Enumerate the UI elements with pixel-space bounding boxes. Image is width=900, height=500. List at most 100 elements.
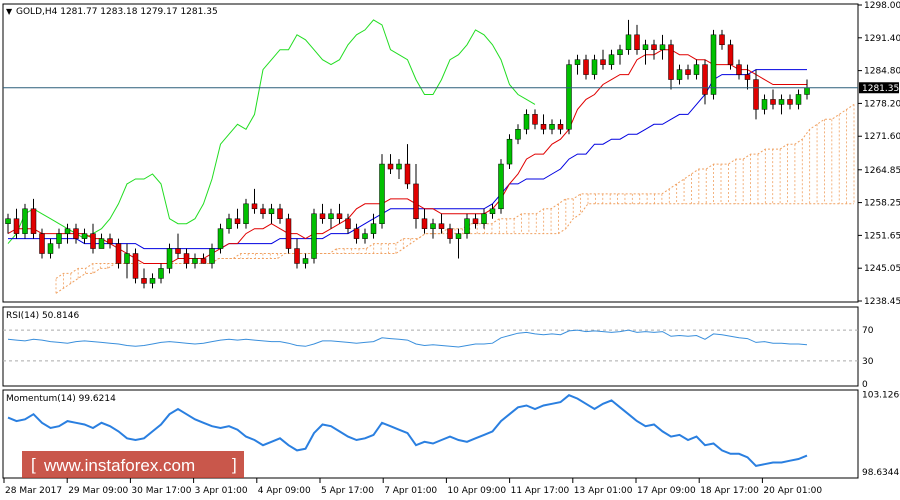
instaforex-watermark: [ www.instaforex.com ]: [22, 451, 244, 478]
candle-body: [608, 54, 615, 65]
price-tick-label: 1258.25: [864, 199, 900, 209]
candle-body: [685, 69, 691, 75]
candle-body: [404, 163, 411, 185]
price-tick-label: 1245.05: [864, 264, 900, 274]
candle-body: [183, 253, 190, 264]
price-tick-label: 1298.00: [864, 1, 900, 11]
candle-body: [141, 278, 147, 284]
candle-body: [268, 208, 275, 215]
candle-body: [727, 44, 734, 65]
candle-body: [506, 138, 513, 165]
candle-body: [710, 34, 717, 95]
time-tick-label: 18 Apr 17:00: [700, 486, 759, 496]
candle-body: [736, 64, 742, 75]
candle-body: [64, 228, 71, 234]
candle-body: [642, 44, 649, 50]
svg-text:[: [: [31, 455, 36, 474]
price-tick-label: 1291.40: [864, 34, 900, 44]
chart-canvas: 1298.00 1291.40 1284.80 1278.20 1271.60 1264.…: [0, 0, 900, 500]
candle-body: [132, 253, 139, 279]
candle-body: [719, 34, 725, 46]
candle-body: [158, 268, 164, 279]
candle-body: [47, 243, 54, 254]
candle-body: [81, 233, 88, 239]
current-price-label: 1281.35: [862, 84, 899, 94]
candle-body: [115, 243, 122, 264]
candle-body: [226, 218, 232, 229]
candle-body: [209, 248, 215, 264]
candle-body: [260, 208, 266, 215]
candle-body: [472, 218, 479, 224]
candle-body: [13, 218, 20, 234]
candle: [566, 59, 572, 135]
candle-body: [430, 223, 436, 229]
candle-body: [107, 238, 113, 244]
candle-body: [489, 208, 496, 215]
candle-body: [319, 213, 326, 219]
time-tick-label: 30 Mar 17:00: [131, 486, 191, 496]
candle-body: [447, 228, 453, 239]
candle-body: [294, 248, 300, 264]
candle-body: [370, 223, 377, 234]
candle-body: [277, 208, 283, 219]
price-tick-label: 1284.80: [864, 67, 900, 77]
candle-body: [22, 208, 28, 234]
candle: [311, 208, 317, 264]
candle-body: [396, 163, 402, 170]
candle-body: [285, 218, 292, 249]
time-tick-label: 5 Apr 17:00: [321, 486, 374, 496]
candle-body: [523, 114, 530, 130]
candle-body: [387, 163, 394, 170]
symbol-dropdown-arrow[interactable]: ▼: [6, 7, 13, 16]
price-tick-label: 1278.20: [864, 99, 900, 109]
candle-body: [693, 64, 700, 75]
candle-body: [702, 64, 708, 95]
candle-body: [787, 99, 793, 105]
candle-body: [192, 258, 198, 264]
candle-body: [200, 258, 207, 264]
candle-body: [778, 99, 785, 105]
candle-body: [336, 213, 343, 219]
candle: [285, 213, 292, 254]
time-tick-label: 28 Mar 2017: [5, 486, 62, 496]
candle-body: [175, 248, 181, 254]
time-tick-label: 13 Apr 01:00: [574, 486, 633, 496]
candle-body: [651, 44, 657, 50]
candle-body: [600, 59, 606, 65]
candle-body: [345, 218, 351, 229]
candle-body: [30, 208, 37, 234]
chart-header-info: GOLD,H4 1281.77 1283.18 1279.17 1281.35: [16, 7, 218, 17]
candle: [132, 248, 139, 284]
candle-body: [251, 203, 258, 210]
candle-body: [591, 59, 598, 75]
candle-body: [659, 44, 666, 50]
candle-body: [302, 258, 309, 264]
candle-body: [583, 59, 589, 75]
candle-body: [217, 228, 224, 249]
candle-body: [464, 218, 470, 234]
candle-body: [56, 233, 62, 244]
price-tick-label: 1238.45: [864, 297, 900, 307]
candle: [710, 29, 717, 100]
candle-body: [421, 218, 428, 229]
time-tick-label: 3 Apr 01:00: [195, 486, 248, 496]
rsi-tick-label: 70: [862, 326, 874, 336]
time-tick-label: 11 Apr 17:00: [511, 486, 570, 496]
candle-body: [549, 124, 555, 130]
momentum-tick-label: 98.6344: [862, 468, 899, 478]
time-tick-label: 20 Apr 01:00: [763, 486, 822, 496]
candle-body: [574, 59, 581, 65]
candle-body: [328, 213, 334, 219]
candle: [498, 159, 504, 214]
candle-body: [515, 129, 521, 140]
price-tick-label: 1271.60: [864, 132, 900, 142]
rsi-tick-label: 30: [862, 357, 874, 367]
candle: [506, 134, 513, 170]
candle-body: [362, 233, 368, 239]
candle-body: [5, 218, 11, 224]
time-tick-label: 29 Mar 09:00: [68, 486, 128, 496]
candle-body: [149, 278, 156, 284]
candle-body: [481, 213, 487, 224]
candle-body: [795, 94, 802, 105]
candle-body: [744, 74, 751, 80]
